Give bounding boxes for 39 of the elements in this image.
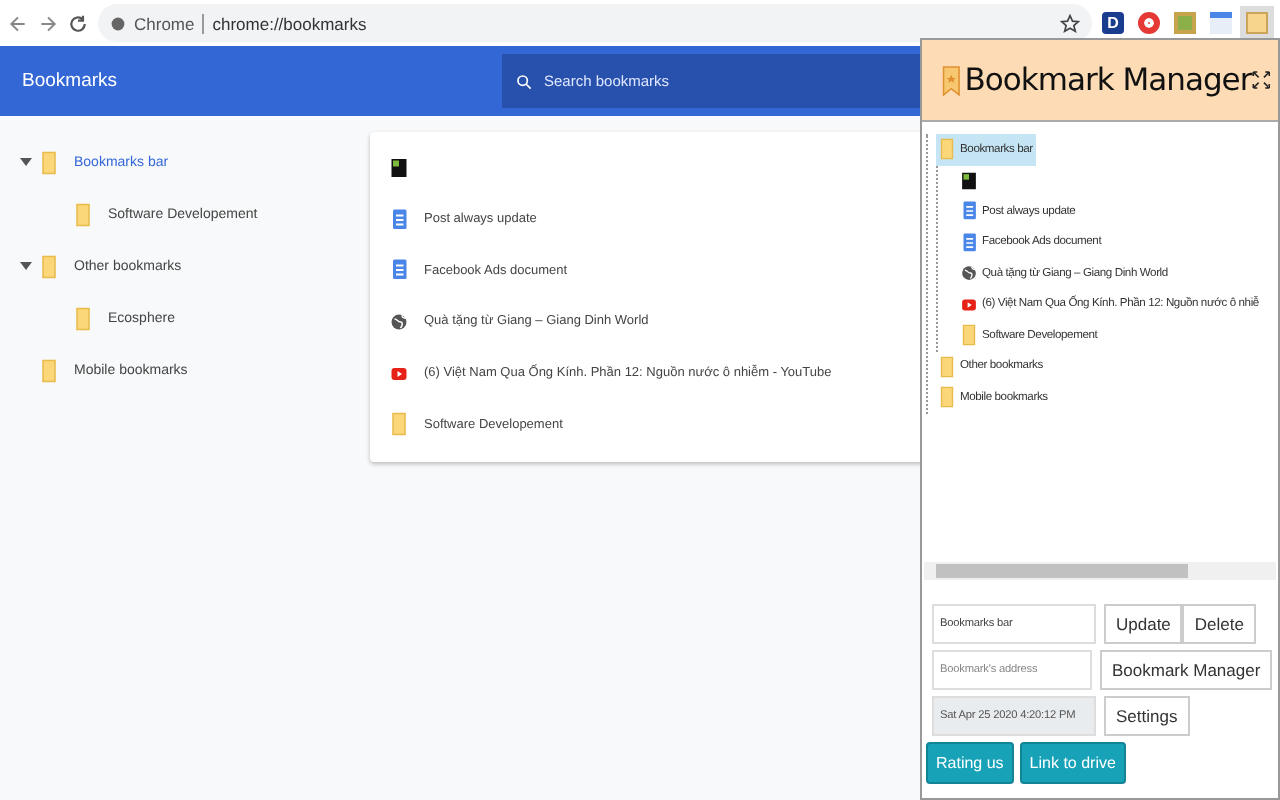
button[interactable]: Delete xyxy=(1182,604,1256,644)
calendar-icon[interactable] xyxy=(1210,12,1232,34)
folder-icon xyxy=(938,386,956,409)
image-icon xyxy=(960,169,978,192)
extension-icon[interactable]: D xyxy=(1102,12,1124,34)
button[interactable]: Update xyxy=(1104,604,1183,644)
button[interactable]: Settings xyxy=(1104,696,1190,736)
expand-arrow-icon[interactable] xyxy=(20,262,32,270)
document-icon xyxy=(960,231,978,254)
folder-icon xyxy=(960,324,978,347)
folder-icon xyxy=(938,355,956,378)
document-icon xyxy=(960,200,978,223)
page-title: Bookmarks xyxy=(22,70,120,92)
address-bar[interactable]: Chrome chrome://bookmarks xyxy=(98,4,1092,42)
expand-icon[interactable] xyxy=(1251,68,1270,92)
folder-icon xyxy=(40,253,58,279)
site-info-icon[interactable] xyxy=(110,15,126,31)
horizontal-scrollbar[interactable] xyxy=(924,562,1276,580)
document-icon xyxy=(390,258,408,283)
folder-icon xyxy=(40,149,58,175)
document-icon xyxy=(390,207,408,232)
forward-icon[interactable] xyxy=(38,13,58,33)
reload-icon[interactable] xyxy=(68,13,88,33)
button[interactable]: Bookmark Manager xyxy=(1100,650,1273,690)
folder-icon xyxy=(74,305,92,331)
expand-arrow-icon[interactable] xyxy=(20,158,32,166)
record-icon[interactable] xyxy=(1138,12,1160,34)
back-icon[interactable] xyxy=(8,13,28,33)
star-icon[interactable] xyxy=(1060,13,1080,33)
url-text: chrome://bookmarks xyxy=(212,13,369,33)
search-icon xyxy=(516,73,532,89)
folder-icon xyxy=(74,201,92,227)
folder-icon xyxy=(390,412,408,437)
folder-icon xyxy=(938,138,956,161)
site-label: Chrome xyxy=(134,13,195,33)
image-icon xyxy=(390,155,408,180)
globe-icon xyxy=(390,309,408,334)
globe-icon xyxy=(960,262,978,285)
folder-icon xyxy=(40,357,58,383)
